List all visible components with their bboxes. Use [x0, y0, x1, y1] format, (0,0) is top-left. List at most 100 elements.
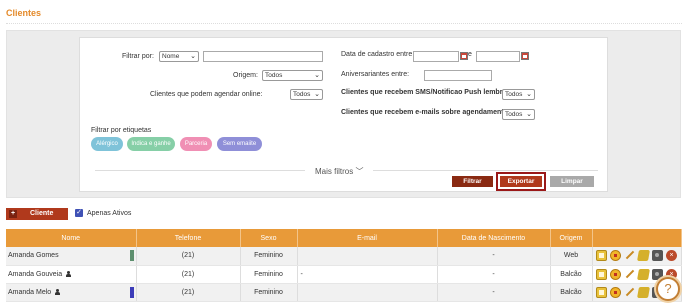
- mais-filtros-label: Mais filtros: [315, 167, 354, 176]
- col-sexo[interactable]: Sexo: [240, 229, 298, 247]
- person-icon: [55, 288, 61, 295]
- calendar-icon[interactable]: [610, 250, 621, 262]
- origem-label: Origem:: [233, 72, 258, 79]
- edit-icon[interactable]: [624, 287, 635, 298]
- page-title: Clientes: [6, 8, 42, 18]
- cell-origem: Balcão: [550, 283, 593, 302]
- help-button[interactable]: ?: [656, 277, 680, 301]
- calendar-icon[interactable]: [460, 52, 468, 60]
- col-telefone[interactable]: Telefone: [136, 229, 241, 247]
- cell-nome[interactable]: Amanda Melo: [6, 283, 137, 302]
- chevron-down-icon: ⌄: [526, 91, 532, 98]
- tag-parceria[interactable]: Parceria: [180, 137, 212, 151]
- tag-sem-emaiite[interactable]: Sem emaiite: [217, 137, 262, 151]
- col-email[interactable]: E-mail: [297, 229, 438, 247]
- calendar-icon[interactable]: [610, 286, 621, 298]
- cell-acoes: ×: [592, 247, 682, 266]
- clipboard-icon[interactable]: [596, 250, 607, 262]
- color-tag: [129, 286, 134, 298]
- history-icon[interactable]: [637, 250, 650, 262]
- table-header: Nome Telefone Sexo E-mail Data de Nascim…: [6, 229, 682, 247]
- cell-telefone: (21): [136, 247, 241, 266]
- add-client-label: Cliente: [30, 210, 54, 217]
- client-name: Amanda Gomes: [8, 252, 59, 260]
- divider: [6, 23, 682, 24]
- active-only-label: Apenas Ativos: [87, 210, 132, 217]
- cell-email: -: [297, 265, 438, 284]
- calendar-icon[interactable]: [521, 52, 529, 60]
- calendar-icon[interactable]: [610, 268, 621, 280]
- cell-nome[interactable]: Amanda Gouveia: [6, 265, 137, 284]
- agendar-online-label: Clientes que podem agendar online:: [150, 91, 263, 98]
- cell-telefone: (21): [136, 265, 241, 284]
- edit-icon[interactable]: [624, 250, 635, 261]
- exportar-button[interactable]: Exportar: [500, 176, 542, 187]
- clients-table: Nome Telefone Sexo E-mail Data de Nascim…: [6, 229, 682, 302]
- cell-sexo: Feminino: [240, 283, 298, 302]
- client-name: Amanda Melo: [8, 288, 52, 296]
- sms-push-value: Todos: [505, 91, 523, 98]
- emails-label: Clientes que recebem e-mails sobre agend…: [341, 109, 515, 116]
- data-cadastro-end-input[interactable]: [476, 51, 520, 62]
- tags-label: Filtrar por etiquetas: [91, 127, 152, 134]
- plus-icon: +: [9, 210, 17, 218]
- filtrar-button[interactable]: Filtrar: [452, 176, 493, 187]
- cell-email: [297, 247, 438, 266]
- data-cadastro-start-input[interactable]: [413, 51, 459, 62]
- data-cadastro-label: Data de cadastro entre: [341, 51, 413, 58]
- client-name: Amanda Gouveia: [8, 270, 63, 278]
- chevron-down-icon: ⌄: [190, 53, 196, 60]
- agendar-online-select[interactable]: Todos ⌄: [290, 89, 323, 100]
- table-row[interactable]: Amanda Gomes (21) Feminino - Web ×: [6, 247, 682, 266]
- col-origem[interactable]: Origem: [550, 229, 593, 247]
- tag-indica-e-ganhe[interactable]: Indica e ganhe: [127, 137, 175, 151]
- cell-nascimento: -: [437, 265, 551, 284]
- add-client-button[interactable]: + Cliente: [6, 208, 68, 220]
- table-row[interactable]: Amanda Melo (21) Feminino - Balcão ×: [6, 283, 682, 302]
- filtrar-por-input[interactable]: [203, 51, 323, 62]
- agendar-online-value: Todos: [293, 91, 311, 98]
- sms-push-select[interactable]: Todos ⌄: [502, 89, 535, 100]
- cell-nome[interactable]: Amanda Gomes: [6, 247, 137, 266]
- chevron-down-icon: ﹀: [355, 167, 364, 176]
- chevron-down-icon: ⌄: [314, 72, 320, 79]
- cell-origem: Balcão: [550, 265, 593, 284]
- divider: [95, 170, 305, 171]
- sms-push-label: Clientes que recebem SMS/Notificao Push …: [341, 89, 515, 96]
- clipboard-icon[interactable]: [596, 286, 607, 298]
- camera-icon[interactable]: [652, 250, 663, 262]
- cell-email: [297, 283, 438, 302]
- col-acoes: [592, 229, 682, 247]
- cell-origem: Web: [550, 247, 593, 266]
- cell-sexo: Feminino: [240, 265, 298, 284]
- chevron-down-icon: ⌄: [526, 111, 532, 118]
- cell-sexo: Feminino: [240, 247, 298, 266]
- emails-select[interactable]: Todos ⌄: [502, 109, 535, 120]
- color-tag: [129, 250, 134, 261]
- filtrar-por-label: Filtrar por:: [122, 53, 154, 60]
- delete-icon[interactable]: ×: [666, 250, 677, 262]
- edit-icon[interactable]: [624, 269, 635, 280]
- col-nascimento[interactable]: Data de Nascimento: [437, 229, 551, 247]
- clipboard-icon[interactable]: [596, 268, 607, 280]
- filtrar-por-value: Nome: [162, 53, 180, 60]
- person-icon: [66, 270, 72, 277]
- divider: [373, 170, 598, 171]
- emails-value: Todos: [505, 111, 523, 118]
- origem-select[interactable]: Todos ⌄: [262, 70, 323, 81]
- table-row[interactable]: Amanda Gouveia (21) Feminino - - Balcão …: [6, 265, 682, 284]
- limpar-button[interactable]: Limpar: [550, 176, 594, 187]
- aniversariantes-input[interactable]: [424, 70, 492, 81]
- cell-nascimento: -: [437, 247, 551, 266]
- cell-nascimento: -: [437, 283, 551, 302]
- filtrar-por-select[interactable]: Nome ⌄: [159, 51, 199, 62]
- history-icon[interactable]: [637, 286, 650, 298]
- chevron-down-icon: ⌄: [314, 91, 320, 98]
- origem-value: Todos: [265, 72, 283, 79]
- mais-filtros-toggle[interactable]: Mais filtros ﹀: [315, 166, 363, 177]
- history-icon[interactable]: [637, 268, 650, 280]
- active-only-checkbox[interactable]: ✓: [75, 209, 83, 217]
- col-nome[interactable]: Nome: [6, 229, 137, 247]
- aniversariantes-label: Aniversariantes entre:: [341, 71, 410, 78]
- tag-alergico[interactable]: Alérgico: [91, 137, 123, 151]
